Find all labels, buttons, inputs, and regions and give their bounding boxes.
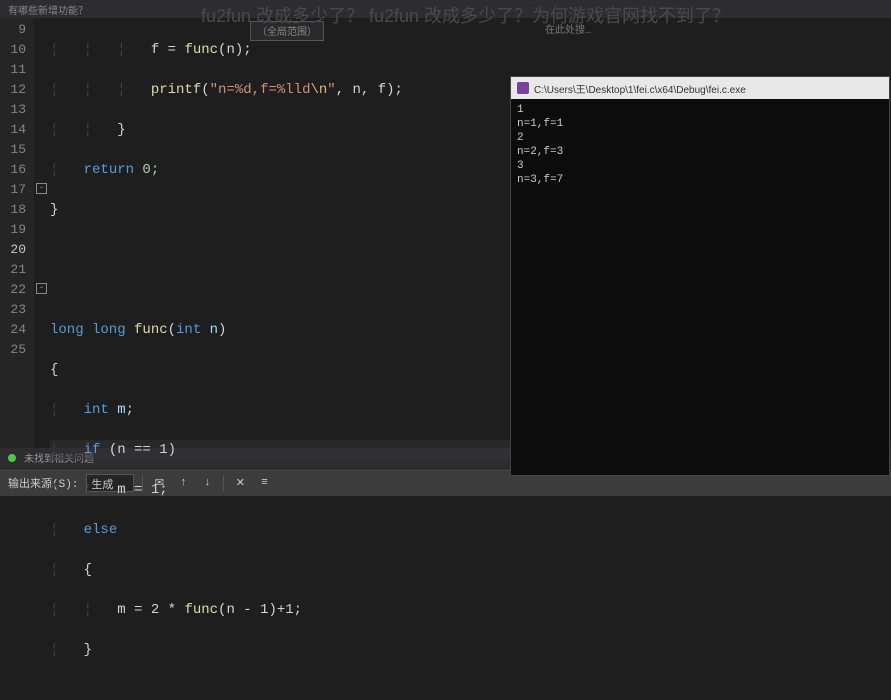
line-number-current[interactable]: 20 [0,240,26,260]
line-number[interactable]: 11 [0,60,26,80]
line-number[interactable]: 14 [0,120,26,140]
line-number[interactable]: 22 [0,280,26,300]
whats-new-link[interactable]: 有哪些新增功能？ [8,7,88,18]
top-info-bar: 有哪些新增功能？ [0,0,891,18]
line-number[interactable]: 12 [0,80,26,100]
line-number[interactable]: 17 [0,180,26,200]
console-line: 1 [517,103,883,117]
line-number[interactable]: 10 [0,40,26,60]
line-number[interactable]: 23 [0,300,26,320]
editor-main-area: （全局范围） 在此处搜… 9 10 11 12 13 14 15 16 17 1… [0,18,891,448]
fold-column: - - [34,18,50,448]
line-number[interactable]: 15 [0,140,26,160]
status-ok-icon [8,454,16,462]
console-window[interactable]: C:\Users\王\Desktop\1\fei.c\x64\Debug\fei… [510,76,890,476]
console-titlebar[interactable]: C:\Users\王\Desktop\1\fei.c\x64\Debug\fei… [511,77,889,99]
console-line: n=2,f=3 [517,145,883,159]
console-line: 3 [517,159,883,173]
line-number-gutter: 9 10 11 12 13 14 15 16 17 18 19 20 21 22… [0,18,34,448]
console-line: 2 [517,131,883,145]
line-number[interactable]: 13 [0,100,26,120]
line-number[interactable]: 9 [0,20,26,40]
line-number[interactable]: 24 [0,320,26,340]
line-number[interactable]: 21 [0,260,26,280]
console-line: n=3,f=7 [517,173,883,187]
scope-dropdown[interactable]: （全局范围） [250,21,324,41]
line-number[interactable]: 25 [0,340,26,360]
line-number[interactable]: 16 [0,160,26,180]
fold-toggle-icon[interactable]: - [36,183,47,194]
console-app-icon [517,82,529,94]
minimap-search-hint: 在此处搜… [545,21,591,37]
line-number[interactable]: 18 [0,200,26,220]
console-title: C:\Users\王\Desktop\1\fei.c\x64\Debug\fei… [534,81,746,96]
line-number[interactable]: 19 [0,220,26,240]
console-line: n=1,f=1 [517,117,883,131]
fold-toggle-icon[interactable]: - [36,283,47,294]
console-output[interactable]: 1 n=1,f=1 2 n=2,f=3 3 n=3,f=7 [511,99,889,191]
